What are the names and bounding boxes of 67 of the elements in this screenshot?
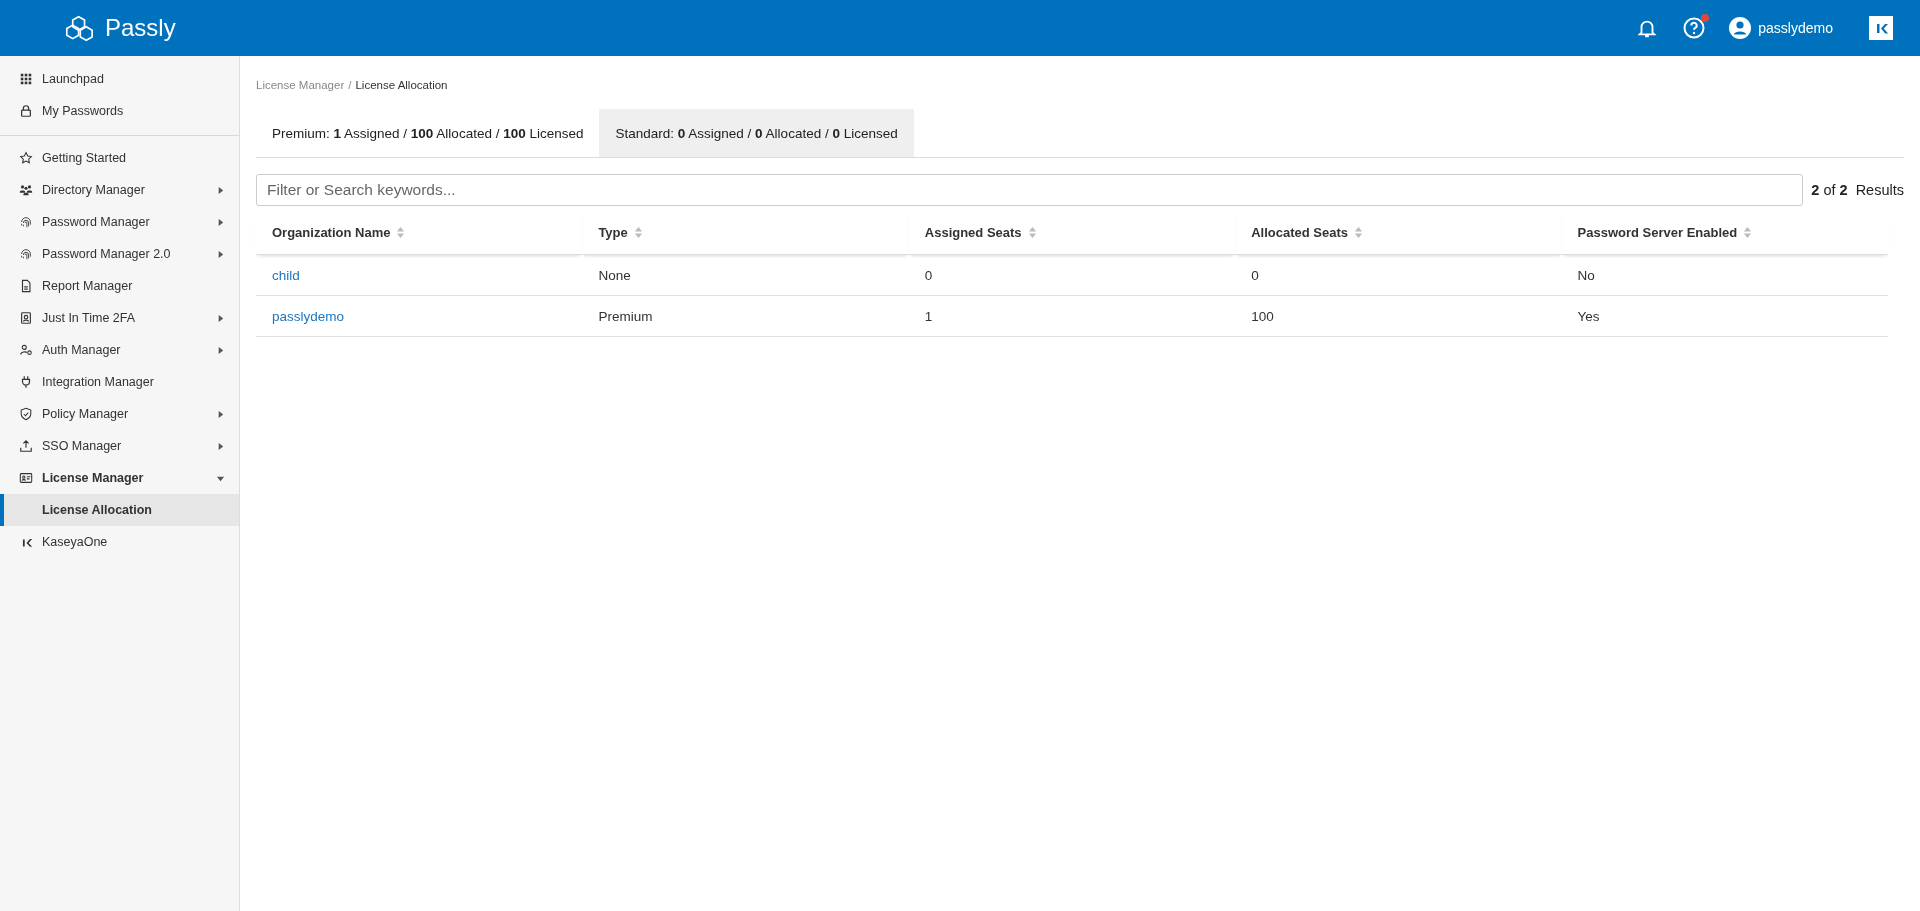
fingerprint-icon [19,215,33,229]
table-cell: 100 [1251,308,1274,324]
breadcrumb-link[interactable]: License Manager [256,79,345,91]
k-logo-icon[interactable] [1869,16,1893,40]
sidebar-item[interactable]: License Manager [0,462,239,494]
sidebar-item[interactable]: Just In Time 2FA [0,302,239,334]
fingerprint-icon [19,247,33,261]
sidebar-item[interactable]: Launchpad [0,63,239,95]
grid-icon [19,72,33,86]
id-card-icon [19,471,33,485]
portrait-icon [19,311,33,325]
caret-right-icon [216,345,225,355]
caret-right-icon [216,313,225,323]
license-tab[interactable]: Standard: 0 Assigned / 0 Allocated / 0 Licensed [599,109,914,157]
sort-icon[interactable] [1354,225,1363,239]
username[interactable]: passlydemo [1758,20,1833,36]
sidebar-subitem[interactable]: License Allocation [0,494,239,526]
table-cell: Premium [598,308,653,324]
table-cell: 1 [924,308,933,324]
table-cell: No [1577,267,1595,283]
shield-check-icon [19,407,33,421]
sort-icon[interactable] [633,225,643,239]
caret-right-icon [216,441,225,451]
column-header[interactable]: Organization Name [272,224,391,240]
result-count: 2 of 2 [1811,182,1848,198]
results-label: Results [1855,182,1904,198]
sidebar-item[interactable]: Integration Manager [0,366,239,398]
brand-name: Passly [105,14,176,42]
search-field[interactable]: Filter or Search keywords... [256,174,1804,206]
sidebar-item[interactable]: SSO Manager [0,430,239,462]
table-cell: 0 [924,267,933,283]
sidebar-item[interactable]: Password Manager 2.0 [0,238,239,270]
sidebar-item[interactable]: Auth Manager [0,334,239,366]
column-header[interactable]: Password Server Enabled [1577,224,1738,240]
sort-icon[interactable] [1027,225,1037,239]
breadcrumb-current: License Allocation [355,79,448,91]
user-key-icon [19,343,33,357]
user-avatar-icon[interactable] [1728,16,1753,40]
caret-right-icon [216,185,225,195]
sort-icon[interactable] [396,225,406,239]
star-icon [19,151,33,165]
caret-right-icon [216,409,225,419]
column-header[interactable]: Assigned Seats [924,224,1022,240]
people-icon [19,183,33,197]
table-cell: Yes [1577,308,1600,324]
breadcrumb-separator: / [348,79,352,91]
plug-icon [19,375,33,389]
sidebar-item[interactable]: My Passwords [0,95,239,127]
sidebar-item[interactable]: Report Manager [0,270,239,302]
table-cell: 0 [1251,267,1259,283]
lock-icon [19,104,33,118]
sidebar-item[interactable]: Policy Manager [0,398,239,430]
document-icon [19,279,33,293]
help-icon[interactable] [1682,16,1707,40]
sidebar-item[interactable]: Getting Started [0,142,239,174]
sidebar-item[interactable]: Password Manager [0,206,239,238]
caret-right-icon [216,217,225,227]
table-cell: None [598,267,631,283]
column-header[interactable]: Allocated Seats [1251,224,1348,240]
sort-icon[interactable] [1743,225,1753,239]
organization-link[interactable]: child [272,267,300,283]
caret-right-icon [216,249,225,259]
upload-icon [19,439,33,453]
sidebar-item[interactable]: KaseyaOne [0,526,239,558]
organization-link[interactable]: passlydemo [272,308,345,324]
column-header[interactable]: Type [598,224,628,240]
sidebar-item[interactable]: Directory Manager [0,174,239,206]
